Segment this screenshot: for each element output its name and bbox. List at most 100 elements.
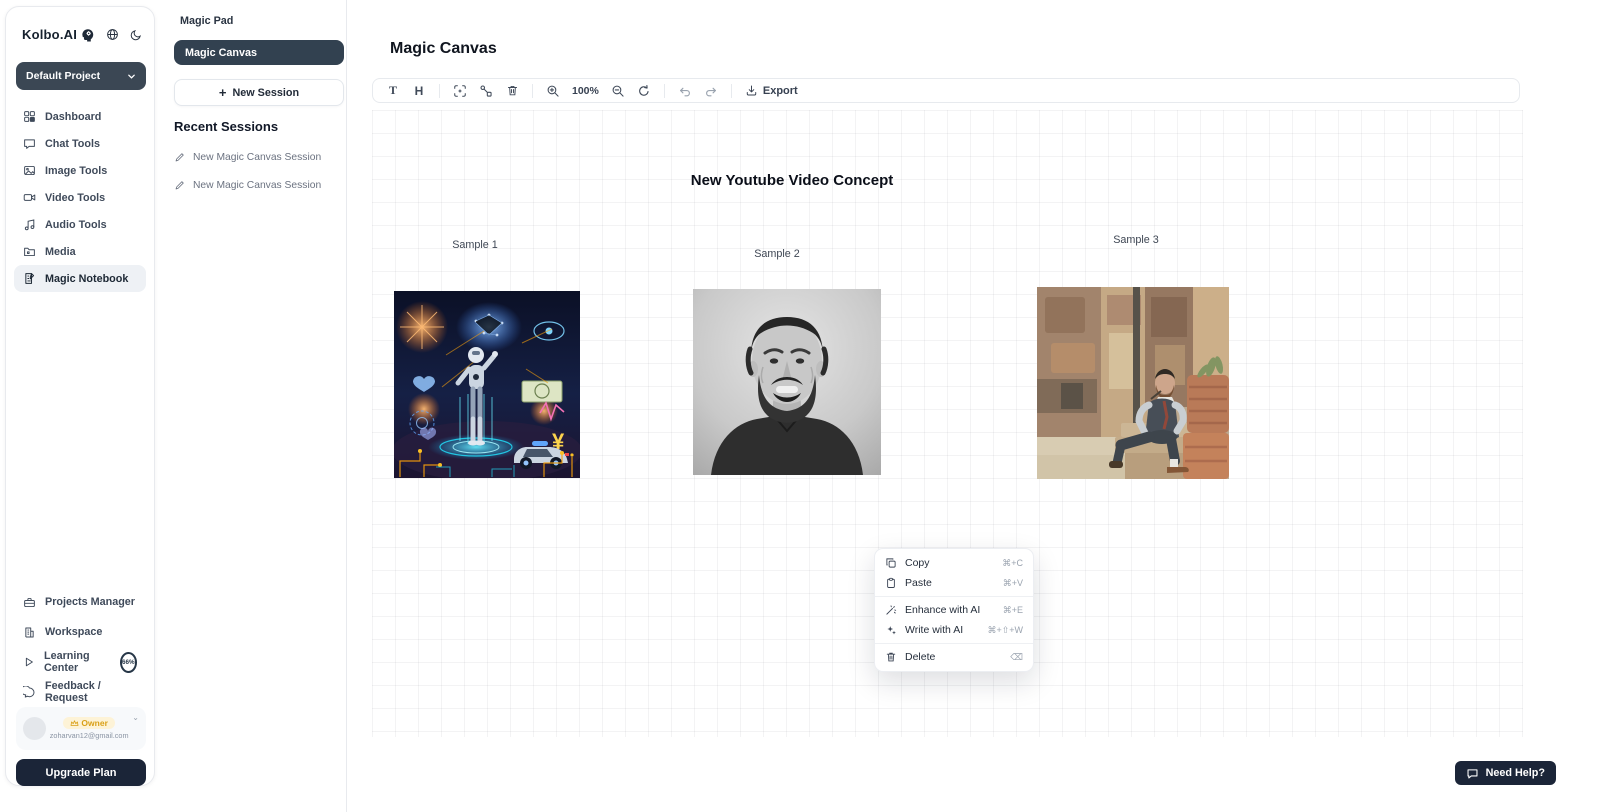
image-icon [23,164,36,177]
sample-2-image[interactable] [693,289,881,475]
sidebar-item-video-tools[interactable]: Video Tools [14,184,146,211]
reset-view-button[interactable] [633,81,655,100]
new-session-button[interactable]: + New Session [174,79,344,106]
canvas-heading-text[interactable]: New Youtube Video Concept [691,172,894,189]
sidebar-item-dashboard[interactable]: Dashboard [14,103,146,130]
help-chat-icon [1466,767,1479,780]
text-tool-button[interactable]: T [382,81,404,100]
sample-1-label[interactable]: Sample 1 [452,239,498,251]
feedback-bubble-icon [23,686,36,699]
recent-session-label: New Magic Canvas Session [193,180,321,191]
sample-3-label[interactable]: Sample 3 [1113,234,1159,246]
video-camera-icon [23,191,36,204]
brand-logo: Kolbo.AI [22,27,77,42]
sidebar-item-label: Media [45,246,76,258]
context-menu-item-write-with-ai[interactable]: Write with AI ⌘+⇧+W [875,620,1033,640]
building-icon [23,626,36,639]
upgrade-plan-button[interactable]: Upgrade Plan [16,759,146,786]
context-menu-label: Paste [905,577,995,589]
copy-icon [885,557,897,569]
avatar [23,717,46,740]
music-note-icon [23,218,36,231]
sidebar-item-projects-manager[interactable]: Projects Manager [14,587,146,617]
user-account-card[interactable]: Owner zoharvan12@gmail.com ⌄ [16,707,146,750]
sample-3-image[interactable] [1037,287,1229,479]
context-menu-shortcut: ⌘+E [1003,605,1023,616]
zoom-level: 100% [568,85,603,97]
notebook-pen-icon [23,272,36,285]
need-help-label: Need Help? [1486,767,1545,779]
context-menu-divider [875,643,1033,644]
sidebar-item-label: Learning Center [44,650,109,674]
context-menu: Copy ⌘+C Paste ⌘+V Enhance with AI ⌘+E W… [874,548,1034,672]
panel-item-magic-canvas[interactable]: Magic Canvas [174,40,344,65]
sidebar-item-feedback-request[interactable]: Feedback / Request [14,677,146,707]
sidebar-item-label: Workspace [45,626,102,638]
context-menu-shortcut: ⌫ [1010,652,1023,663]
project-selector-label: Default Project [26,70,100,82]
recent-session-item[interactable]: New Magic Canvas Session [174,152,321,163]
play-icon [23,656,35,668]
crown-icon [70,719,79,727]
zoom-out-button[interactable] [607,81,629,100]
brand-head-icon [80,27,95,42]
export-label: Export [763,85,798,97]
sidebar-item-label: Feedback / Request [45,680,137,704]
sidebar-item-label: Chat Tools [45,138,100,150]
app-window: Kolbo.AI Default Project Dashb [0,0,1600,812]
need-help-button[interactable]: Need Help? [1455,761,1556,785]
sidebar-item-image-tools[interactable]: Image Tools [14,157,146,184]
session-panel: Magic Pad Magic Canvas + New Session Rec… [160,0,347,812]
sidebar-item-label: Video Tools [45,192,105,204]
context-menu-item-copy[interactable]: Copy ⌘+C [875,553,1033,573]
owner-badge: Owner [63,717,114,729]
sidebar-item-learning-center[interactable]: Learning Center 66% [14,647,146,677]
sidebar-item-audio-tools[interactable]: Audio Tools [14,211,146,238]
context-menu-label: Enhance with AI [905,604,995,616]
recent-session-label: New Magic Canvas Session [193,152,321,163]
sample-1-image[interactable]: ¥ [394,291,580,478]
ai-select-tool-button[interactable] [449,81,471,100]
sidebar-item-chat-tools[interactable]: Chat Tools [14,130,146,157]
sparkles-icon [885,624,897,636]
canvas-grid[interactable]: New Youtube Video Concept Sample 1 Sampl… [372,110,1523,737]
delete-tool-button[interactable] [501,81,523,100]
sidebar-item-label: Projects Manager [45,596,135,608]
context-menu-item-delete[interactable]: Delete ⌫ [875,647,1033,667]
pencil-icon [174,180,185,191]
dashboard-icon [23,110,36,123]
recent-session-item[interactable]: New Magic Canvas Session [174,180,321,191]
chat-icon [23,137,36,150]
redo-button[interactable] [700,81,722,100]
sidebar-item-magic-notebook[interactable]: Magic Notebook [14,265,146,292]
sidebar-item-workspace[interactable]: Workspace [14,617,146,647]
panel-item-magic-pad[interactable]: Magic Pad [180,15,233,27]
context-menu-label: Write with AI [905,624,979,636]
language-globe-icon[interactable] [106,28,119,41]
sidebar-item-label: Audio Tools [45,219,107,231]
sidebar-footer-nav: Projects Manager Workspace Learning Cent… [14,587,146,707]
context-menu-shortcut: ⌘+C [1002,558,1023,569]
plus-icon: + [219,85,227,100]
sidebar-item-media[interactable]: Media [14,238,146,265]
context-menu-item-paste[interactable]: Paste ⌘+V [875,573,1033,593]
toolbar-divider [731,84,732,98]
zoom-in-button[interactable] [542,81,564,100]
heading-tool-button[interactable]: H [408,81,430,100]
dark-mode-moon-icon[interactable] [130,29,142,41]
context-menu-label: Delete [905,651,1002,663]
undo-button[interactable] [674,81,696,100]
project-selector[interactable]: Default Project [16,62,146,90]
sample-2-label[interactable]: Sample 2 [754,248,800,260]
context-menu-item-enhance-with-ai[interactable]: Enhance with AI ⌘+E [875,600,1033,620]
connector-tool-button[interactable] [475,81,497,100]
trash-icon [885,651,897,663]
sidebar: Kolbo.AI Default Project Dashb [5,6,155,786]
paste-icon [885,577,897,589]
sidebar-item-label: Magic Notebook [45,273,128,285]
pencil-icon [174,152,185,163]
chevron-down-icon [127,72,136,81]
sidebar-item-label: Image Tools [45,165,107,177]
context-menu-shortcut: ⌘+V [1003,578,1023,589]
export-button[interactable]: Export [741,84,802,97]
